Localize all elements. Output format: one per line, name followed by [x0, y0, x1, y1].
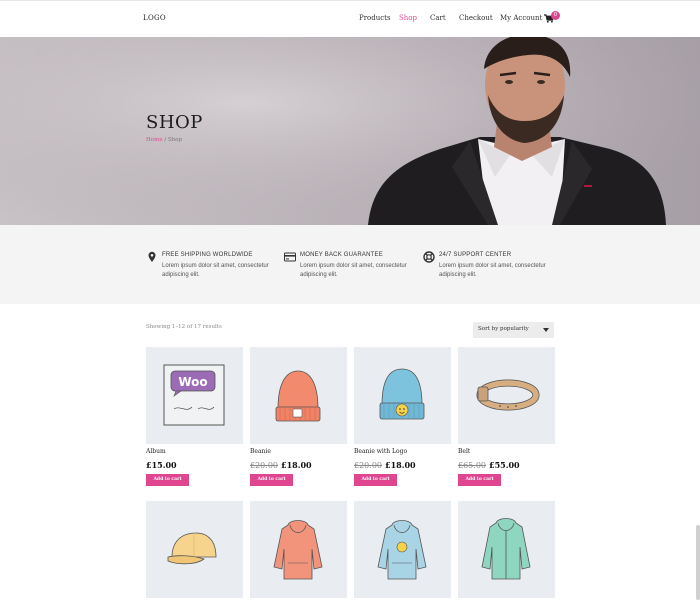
- main-nav: Products Shop Cart Checkout My Account: [0, 14, 700, 26]
- nav-my-account[interactable]: My Account: [500, 14, 542, 22]
- product-price: £20.00 £18.00: [250, 460, 312, 470]
- hoodie-with-zipper-illustration: [481, 518, 531, 580]
- feature-title: 24/7 SUPPORT CENTER: [439, 252, 512, 258]
- hero-banner: SHOP Home / Shop: [0, 37, 700, 225]
- hoodie-with-logo-illustration: [377, 520, 427, 580]
- chevron-down-icon: [543, 328, 549, 332]
- cart-count-badge: 0: [551, 11, 560, 20]
- add-to-cart-button[interactable]: Add to cart: [458, 474, 501, 486]
- current-price: £18.00: [385, 460, 416, 470]
- belt-illustration: [476, 379, 540, 411]
- nav-shop[interactable]: Shop: [399, 14, 417, 22]
- beanie-with-logo-illustration: [379, 368, 425, 420]
- nav-cart[interactable]: Cart: [430, 14, 446, 22]
- breadcrumb-home-link[interactable]: Home: [146, 137, 163, 143]
- breadcrumb-current: Shop: [167, 137, 183, 143]
- product-price: £65.00 £55.00: [458, 460, 520, 470]
- cap-illustration: [167, 532, 217, 565]
- feature-text: Lorem ipsum dolor sit amet, consectetur …: [439, 263, 546, 278]
- sort-select[interactable]: Sort by popularity: [473, 322, 554, 338]
- site-header: LOGO Products Shop Cart Checkout My Acco…: [0, 0, 700, 37]
- product-image[interactable]: [458, 501, 555, 598]
- product-image[interactable]: [458, 347, 555, 444]
- feature-title: FREE SHIPPING WORLDWIDE: [162, 252, 253, 258]
- feature-title: MONEY BACK GUARANTEE: [300, 252, 383, 258]
- beanie-illustration: [275, 370, 321, 422]
- product-name[interactable]: Beanie: [250, 448, 271, 455]
- product-name[interactable]: Belt: [458, 448, 470, 455]
- cart-button[interactable]: 0: [544, 11, 560, 27]
- add-to-cart-button[interactable]: Add to cart: [354, 474, 397, 486]
- page-scrollbar[interactable]: [696, 525, 700, 600]
- product-price: £15.00: [146, 460, 177, 470]
- hero-model-photo: [0, 37, 700, 225]
- hoodie-illustration: [273, 520, 323, 580]
- credit-card-icon: [284, 252, 296, 262]
- album-woo-illustration: Woo: [163, 364, 225, 426]
- old-price: £65.00: [458, 461, 486, 470]
- product-image[interactable]: Woo: [146, 347, 243, 444]
- product-image[interactable]: [146, 501, 243, 598]
- support-lifebuoy-icon: [423, 251, 435, 263]
- feature-text: Lorem ipsum dolor sit amet, consectetur …: [162, 263, 269, 278]
- product-image[interactable]: [250, 501, 347, 598]
- current-price: £18.00: [281, 460, 312, 470]
- current-price: £55.00: [489, 460, 520, 470]
- nav-checkout[interactable]: Checkout: [459, 14, 493, 22]
- product-image[interactable]: [354, 347, 451, 444]
- svg-text:Woo: Woo: [178, 375, 207, 389]
- add-to-cart-button[interactable]: Add to cart: [250, 474, 293, 486]
- page-title: SHOP: [146, 112, 203, 133]
- old-price: £20.00: [354, 461, 382, 470]
- current-price: £15.00: [146, 460, 177, 470]
- map-pin-icon: [148, 251, 156, 262]
- product-image[interactable]: [250, 347, 347, 444]
- add-to-cart-button[interactable]: Add to cart: [146, 474, 189, 486]
- old-price: £20.00: [250, 461, 278, 470]
- breadcrumb: Home / Shop: [146, 137, 182, 143]
- nav-products[interactable]: Products: [359, 14, 391, 22]
- product-name[interactable]: Album: [146, 448, 166, 455]
- product-image[interactable]: [354, 501, 451, 598]
- product-price: £20.00 £18.00: [354, 460, 416, 470]
- result-count: Showing 1–12 of 17 results: [146, 324, 222, 330]
- breadcrumb-separator: /: [164, 137, 167, 143]
- sort-selected-label: Sort by popularity: [478, 326, 529, 332]
- features-bar: FREE SHIPPING WORLDWIDE Lorem ipsum dolo…: [0, 225, 700, 304]
- product-name[interactable]: Beanie with Logo: [354, 448, 407, 455]
- feature-text: Lorem ipsum dolor sit amet, consectetur …: [300, 263, 407, 278]
